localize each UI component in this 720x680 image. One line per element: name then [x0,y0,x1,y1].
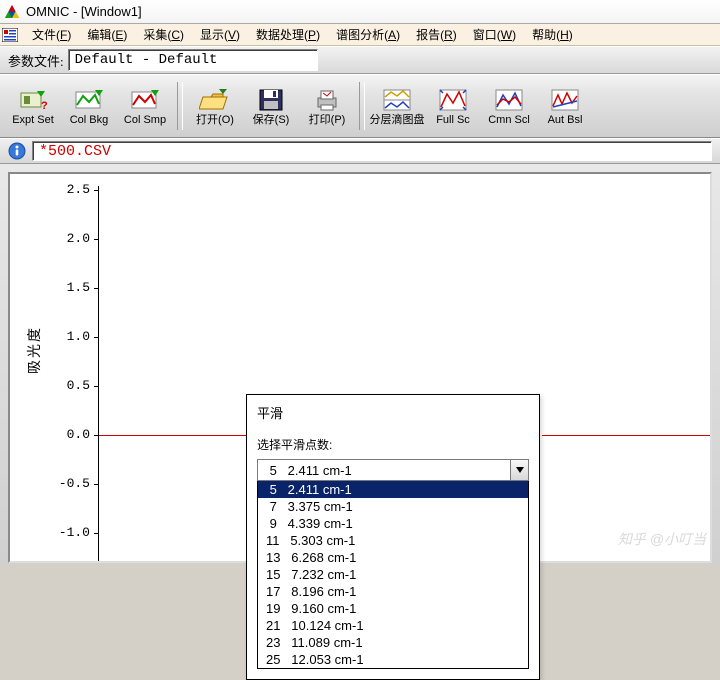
list-item[interactable]: 5 2.411 cm-1 [258,481,528,498]
toolbar-col-smp-button[interactable]: Col Smp [118,79,172,133]
print-icon [311,87,343,113]
y-tick [94,190,99,191]
list-item[interactable]: 19 9.160 cm-1 [258,600,528,617]
menu-item-f[interactable]: 文件(F) [24,24,79,45]
menu-item-h[interactable]: 帮助(H) [524,24,581,45]
y-tick [94,484,99,485]
toolbar-save-button[interactable]: 保存(S) [244,79,298,133]
aut-bsl-icon [549,87,581,113]
spectrum-trace [542,435,710,436]
list-item[interactable]: 25 12.053 cm-1 [258,651,528,668]
toolbar-label: 保存(S) [253,115,290,126]
list-item[interactable]: 11 5.303 cm-1 [258,532,528,549]
list-item[interactable]: 13 6.268 cm-1 [258,549,528,566]
menu-item-v[interactable]: 显示(V) [192,24,248,45]
toolbar-label: Full Sc [436,115,470,126]
dialog-subtitle: 选择平滑点数: [257,436,529,453]
list-item[interactable]: 9 4.339 cm-1 [258,515,528,532]
toolbar-separator [359,82,365,130]
y-tick-label: 1.5 [50,280,90,295]
current-file-field[interactable]: *500.CSV [32,141,712,161]
toolbar-col-bkg-button[interactable]: Col Bkg [62,79,116,133]
expt-set-icon: ? [17,87,49,113]
menubar-icon [2,28,18,42]
smooth-dialog: 平滑 选择平滑点数: 5 2.411 cm-1 5 2.411 cm-1 7 3… [246,394,540,680]
menu-item-r[interactable]: 报告(R) [408,24,465,45]
split-icon [381,87,413,113]
list-item[interactable]: 23 11.089 cm-1 [258,634,528,651]
y-tick-label: 0.5 [50,378,90,393]
y-axis-label: 吸光度 [24,326,44,374]
toolbar-label: 分层滴图盘 [370,115,425,126]
menu-item-e[interactable]: 编辑(E) [79,24,135,45]
y-tick [94,288,99,289]
y-tick-label: 1.0 [50,329,90,344]
save-icon [255,87,287,113]
toolbar-full-sc-button[interactable]: Full Sc [426,79,480,133]
toolbar-expt-set-button[interactable]: ? Expt Set [6,79,60,133]
info-icon [8,142,26,160]
y-tick-label: 2.5 [50,182,90,197]
param-file-row: 参数文件: Default - Default [0,46,720,74]
list-item[interactable]: 21 10.124 cm-1 [258,617,528,634]
full-sc-icon [437,87,469,113]
col-bkg-icon [73,87,105,113]
y-tick-label: 0.0 [50,427,90,442]
y-tick-label: -0.5 [50,476,90,491]
chart-area: 吸光度 2.5 2.0 1.5 1.0 0.5 0.0 -0.5 -1.0 平滑 选择平滑点数… [0,164,720,563]
y-tick-label: -1.0 [50,525,90,540]
toolbar: ? Expt Set Col Bkg Col Smp 打开(O) 保存(S) 打印(P) 分层… [0,74,720,138]
y-tick-label: 2.0 [50,231,90,246]
y-tick [94,239,99,240]
dialog-title: 平滑 [257,403,529,422]
combo-value: 5 2.411 cm-1 [258,463,510,478]
spectrum-trace [99,435,248,436]
toolbar-label: 打印(P) [309,115,346,126]
window-title: OMNIC - [Window1] [26,4,142,19]
menu-item-w[interactable]: 窗口(W) [465,24,524,45]
toolbar-print-button[interactable]: 打印(P) [300,79,354,133]
app-logo-icon [4,4,20,20]
toolbar-aut-bsl-button[interactable]: Aut Bsl [538,79,592,133]
toolbar-cmn-scl-button[interactable]: Cmn Scl [482,79,536,133]
toolbar-label: Col Bkg [70,115,109,126]
svg-text:?: ? [41,100,48,112]
y-axis [98,186,99,561]
toolbar-separator [177,82,183,130]
toolbar-label: Aut Bsl [548,115,583,126]
y-tick [94,386,99,387]
list-item[interactable]: 7 3.375 cm-1 [258,498,528,515]
open-icon [199,87,231,113]
toolbar-open-button[interactable]: 打开(O) [188,79,242,133]
list-item[interactable]: 17 8.196 cm-1 [258,583,528,600]
toolbar-label: 打开(O) [196,115,234,126]
col-smp-icon [129,87,161,113]
list-item[interactable]: 15 7.232 cm-1 [258,566,528,583]
menu-item-p[interactable]: 数据处理(P) [248,24,328,45]
titlebar: OMNIC - [Window1] [0,0,720,24]
smooth-points-list[interactable]: 5 2.411 cm-1 7 3.375 cm-1 9 4.339 cm-111… [257,481,529,669]
cmn-scl-icon [493,87,525,113]
param-file-input[interactable]: Default - Default [68,49,318,71]
menu-item-c[interactable]: 采集(C) [135,24,192,45]
chevron-down-icon[interactable] [510,460,528,480]
y-tick [94,337,99,338]
param-file-label: 参数文件: [8,51,64,70]
toolbar-label: Cmn Scl [488,115,530,126]
menu-item-a[interactable]: 谱图分析(A) [328,24,408,45]
smooth-points-combo[interactable]: 5 2.411 cm-1 [257,459,529,481]
y-tick [94,533,99,534]
toolbar-label: Expt Set [12,115,54,126]
toolbar-label: Col Smp [124,115,166,126]
toolbar-split-button[interactable]: 分层滴图盘 [370,79,424,133]
menubar: 文件(F)编辑(E)采集(C)显示(V)数据处理(P)谱图分析(A)报告(R)窗… [0,24,720,46]
file-row: *500.CSV [0,138,720,164]
